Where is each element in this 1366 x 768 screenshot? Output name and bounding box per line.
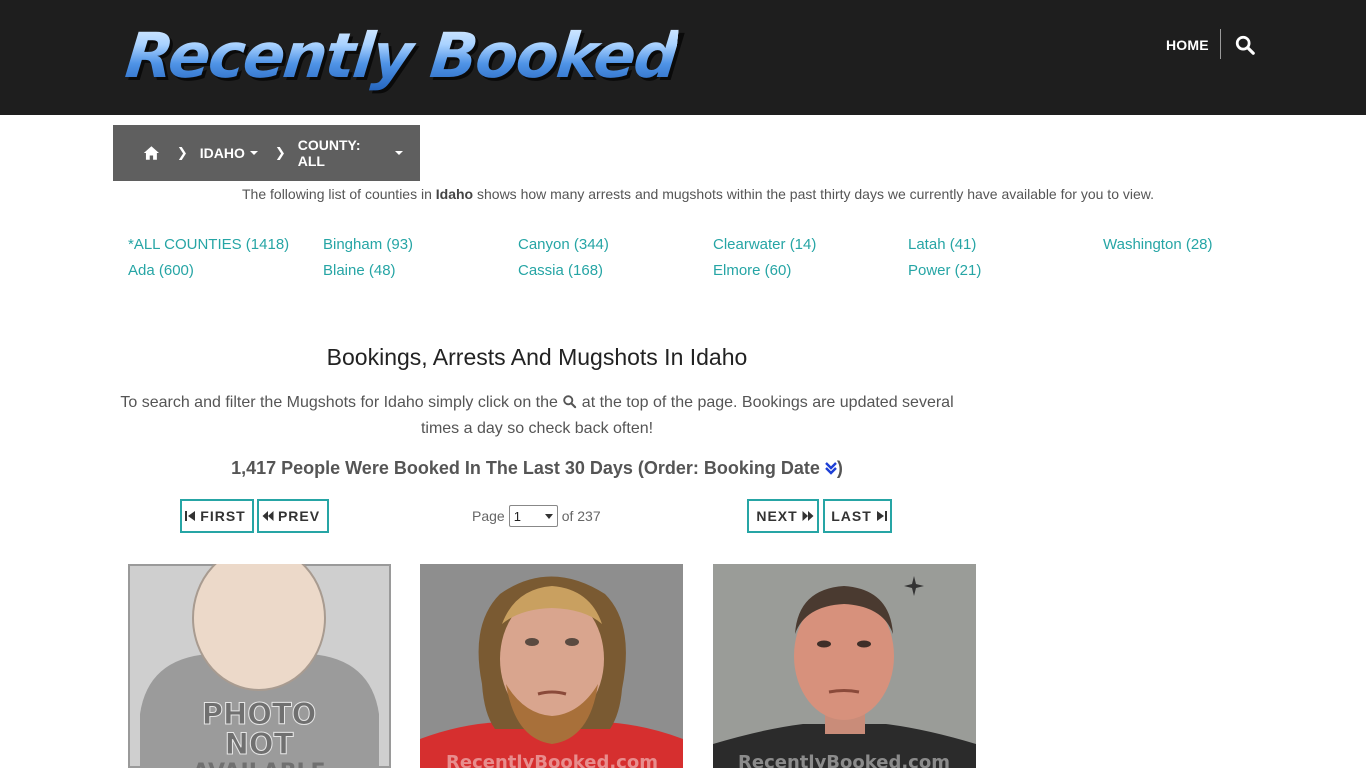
page-number-select[interactable]: 1: [508, 505, 558, 527]
last-page-button[interactable]: LAST: [823, 499, 892, 533]
county-link-blaine[interactable]: Blaine (48): [323, 262, 396, 279]
prev-page-button[interactable]: PREV: [257, 499, 329, 533]
county-link-canyon[interactable]: Canyon (344): [518, 236, 609, 253]
first-label: FIRST: [200, 508, 246, 524]
site-logo[interactable]: Recently Booked Recently Booked: [122, 18, 683, 95]
forward-icon: [802, 511, 814, 521]
site-header: Recently Booked Recently Booked HOME: [0, 0, 1366, 115]
intro-state: Idaho: [435, 186, 474, 202]
county-link-latah[interactable]: Latah (41): [908, 236, 976, 253]
breadcrumb: ❯ IDAHO ❯ COUNTY: ALL: [113, 125, 420, 181]
chevron-right-icon: ❯: [274, 145, 286, 160]
county-link-power[interactable]: Power (21): [908, 262, 981, 279]
breadcrumb-state-dropdown[interactable]: IDAHO: [200, 145, 258, 161]
watermark-text: RecentlyBooked.com: [446, 752, 658, 768]
photo-not-line3: AVAILABLE: [192, 760, 325, 768]
intro-after: shows how many arrests and mugshots with…: [473, 186, 1154, 202]
breadcrumb-county-label: COUNTY: ALL: [297, 137, 361, 169]
caret-down-icon: [249, 151, 258, 155]
last-label: LAST: [831, 508, 872, 524]
intro-text: The following list of counties in Idaho …: [0, 186, 1366, 202]
step-forward-icon: [876, 511, 887, 521]
next-page-button[interactable]: NEXT: [747, 499, 819, 533]
county-link-washington[interactable]: Washington (28): [1103, 236, 1213, 253]
county-link-cassia[interactable]: Cassia (168): [518, 262, 603, 279]
booking-count-text: 1,417 People Were Booked In The Last 30 …: [231, 458, 825, 478]
county-link-bingham[interactable]: Bingham (93): [323, 236, 413, 253]
photo-not-available-image: PHOTO NOT AVAILABLE: [128, 564, 391, 768]
photo-not-line1: PHOTO: [202, 697, 317, 731]
breadcrumb-state-label: IDAHO: [199, 145, 245, 161]
page-title: Bookings, Arrests And Mugshots In Idaho: [326, 344, 748, 370]
chevron-down-icon: [544, 513, 553, 519]
first-page-button[interactable]: FIRST: [180, 499, 254, 533]
page-select-value: 1: [513, 508, 521, 524]
intro-before: The following list of counties in: [242, 186, 436, 202]
mugshot-image: RecentlyBooked.com: [420, 564, 683, 768]
booking-count: 1,417 People Were Booked In The Last 30 …: [128, 458, 946, 479]
county-link-all[interactable]: *ALL COUNTIES (1418): [128, 236, 289, 253]
backward-icon: [262, 511, 274, 521]
next-label: NEXT: [756, 508, 798, 524]
sort-order-icon[interactable]: [825, 461, 837, 475]
mugshot-card-placeholder[interactable]: PHOTO NOT AVAILABLE: [128, 564, 391, 768]
county-link-clearwater[interactable]: Clearwater (14): [713, 236, 816, 253]
desc-before: To search and filter the Mugshots for Id…: [120, 394, 563, 411]
booking-count-close: ): [836, 458, 843, 478]
prev-label: PREV: [277, 508, 321, 524]
breadcrumb-county-dropdown[interactable]: COUNTY: ALL: [298, 137, 403, 169]
mugshot-card[interactable]: RecentlyBooked.com: [420, 564, 683, 768]
mugshot-card[interactable]: RecentlyBooked.com: [713, 564, 976, 768]
search-icon: [563, 395, 577, 409]
page-selector: Page 1 of 237: [472, 505, 601, 527]
watermark-text: RecentlyBooked.com: [738, 752, 950, 768]
step-backward-icon: [185, 511, 196, 521]
page-label: Page: [472, 508, 505, 524]
county-link-ada[interactable]: Ada (600): [128, 262, 194, 279]
mugshot-image: RecentlyBooked.com: [713, 564, 976, 768]
logo-text: Recently Booked: [122, 19, 681, 92]
page-total-label: of 237: [561, 508, 601, 524]
county-link-elmore[interactable]: Elmore (60): [713, 262, 791, 279]
search-icon[interactable]: [1234, 34, 1256, 56]
chevron-right-icon: ❯: [176, 145, 188, 160]
photo-not-line2: NOT: [225, 727, 294, 761]
search-instructions: To search and filter the Mugshots for Id…: [118, 390, 956, 442]
nav-divider: [1220, 29, 1221, 59]
caret-down-icon: [395, 151, 403, 155]
home-icon[interactable]: [143, 145, 160, 161]
nav-home-link[interactable]: HOME: [1166, 37, 1209, 53]
